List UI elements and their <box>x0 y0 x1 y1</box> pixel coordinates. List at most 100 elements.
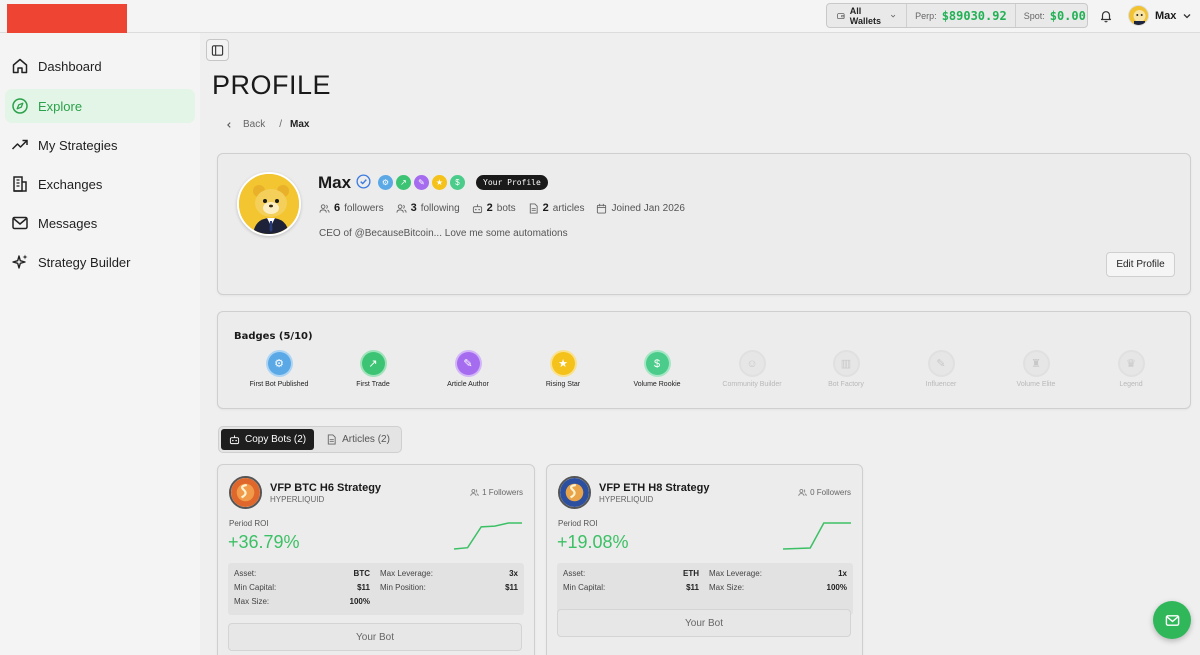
money-icon: $ <box>643 350 671 377</box>
bot-icon <box>229 435 240 445</box>
sidebar-item-exchanges[interactable]: Exchanges <box>5 167 195 201</box>
sidebar-item-label: Strategy Builder <box>38 254 131 270</box>
following-label: following <box>420 202 460 214</box>
stat-value: $11 <box>686 583 699 592</box>
your-profile-badge: Your Profile <box>476 175 548 190</box>
bot-stats: Asset: BTC Max Leverage: 3x Min Capital:… <box>228 563 524 615</box>
your-bot-button[interactable]: Your Bot <box>557 609 851 637</box>
robot-icon[interactable]: ⚙ <box>378 175 393 190</box>
sidebar-item-my-strategies[interactable]: My Strategies <box>5 128 195 162</box>
badge-bot-factory[interactable]: ▥ Bot Factory <box>801 350 891 388</box>
users-icon <box>396 203 407 213</box>
users-icon <box>319 203 330 213</box>
stat-value: ETH <box>683 569 699 578</box>
stat-value: 3x <box>509 569 518 578</box>
users-icon <box>798 489 807 496</box>
badge-label: Bot Factory <box>828 381 864 388</box>
following-stat[interactable]: 3 following <box>396 202 460 214</box>
articles-count: 2 <box>542 202 549 214</box>
badge-label: Rising Star <box>545 381 581 388</box>
chat-button[interactable] <box>1153 601 1191 639</box>
badge-first-bot-published[interactable]: ⚙ First Bot Published <box>234 350 324 388</box>
tab-copy-bots[interactable]: Copy Bots (2) <box>221 429 315 450</box>
bot-icon <box>472 203 482 213</box>
edit-profile-button[interactable]: Edit Profile <box>1106 252 1175 277</box>
badge-volume-elite[interactable]: ♜ Volume Elite <box>991 350 1081 388</box>
sidebar-item-explore[interactable]: Explore <box>5 89 195 123</box>
back-link[interactable]: Back <box>225 119 265 130</box>
badge-community-builder[interactable]: ☺ Community Builder <box>707 350 797 388</box>
building-icon <box>13 176 27 192</box>
sidebar-item-label: Dashboard <box>38 58 102 74</box>
roi-value: +36.79% <box>228 532 300 552</box>
bot-followers: 1 Followers <box>470 488 523 497</box>
bot-avatar <box>558 476 591 509</box>
roi-label: Period ROI <box>558 519 598 528</box>
wallet-icon <box>837 12 845 19</box>
breadcrumb-separator: / <box>279 119 283 130</box>
spot-value: $0.00 <box>1049 8 1086 23</box>
bots-stat: 2 bots <box>472 202 516 214</box>
followers-stat[interactable]: 6 followers <box>319 202 384 214</box>
sidebar-item-messages[interactable]: Messages <box>5 206 195 240</box>
badge-volume-rookie[interactable]: $ Volume Rookie <box>612 350 702 388</box>
profile-name: Max <box>318 173 352 192</box>
bots-label: bots <box>496 202 516 214</box>
top-bar: All Wallets Perp: $89030.92 Spot: $0.00 … <box>0 0 1200 33</box>
badge-label: Legend <box>1119 381 1143 388</box>
perp-balance: Perp: $89030.92 <box>907 4 1015 27</box>
badge-rising-star[interactable]: ★ Rising Star <box>518 350 608 388</box>
breadcrumb: Back / Max <box>225 119 309 130</box>
back-label: Back <box>243 119 266 130</box>
badge-label: Community Builder <box>722 381 782 388</box>
crown-icon: ♛ <box>1117 350 1145 377</box>
pen-icon: ✎ <box>454 350 482 377</box>
badge-influencer[interactable]: ✎ Influencer <box>896 350 986 388</box>
document-icon <box>327 434 336 445</box>
your-bot-button[interactable]: Your Bot <box>228 623 522 651</box>
articles-stat: 2 articles <box>528 202 584 214</box>
app-logo[interactable] <box>7 4 127 33</box>
profile-bio: CEO of @BecauseBitcoin... Love me some a… <box>319 228 568 239</box>
robot-icon: ⚙ <box>265 350 293 377</box>
sidebar-item-strategy-builder[interactable]: Strategy Builder <box>5 245 195 279</box>
sidebar-item-label: Exchanges <box>38 176 103 192</box>
wallet-select[interactable]: All Wallets <box>827 4 908 27</box>
star-icon[interactable]: ★ <box>432 175 447 190</box>
bot-card[interactable]: VFP BTC H6 Strategy HYPERLIQUID 1 Follow… <box>217 464 535 655</box>
joined-stat: Joined Jan 2026 <box>596 202 685 214</box>
users-icon <box>470 489 479 496</box>
badge-legend[interactable]: ♛ Legend <box>1086 350 1176 388</box>
badge-label: First Trade <box>356 381 390 388</box>
stat-key: Asset: <box>563 569 586 578</box>
pen-icon[interactable]: ✎ <box>414 175 429 190</box>
content-tabs: Copy Bots (2) Articles (2) <box>218 426 402 453</box>
bell-icon[interactable] <box>1099 9 1113 23</box>
sidebar-panel-icon <box>211 44 224 56</box>
sidebar-toggle-button[interactable] <box>206 39 229 61</box>
star-icon: ★ <box>549 350 577 377</box>
bot-card[interactable]: VFP ETH H8 Strategy HYPERLIQUID 0 Follow… <box>546 464 863 655</box>
trending-up-icon <box>11 139 28 150</box>
chart-icon[interactable]: ↗ <box>396 175 411 190</box>
breadcrumb-current: Max <box>290 119 310 130</box>
stat-value: 1x <box>838 569 847 578</box>
earned-badges-row: ⚙ ↗ ✎ ★ $ <box>378 175 465 190</box>
stat-value: 100% <box>349 597 370 606</box>
bot-exchange: HYPERLIQUID <box>270 495 325 504</box>
mail-icon <box>12 216 28 230</box>
roi-value: +19.08% <box>557 532 629 552</box>
sidebar-item-dashboard[interactable]: Dashboard <box>5 49 195 83</box>
perp-value: $89030.92 <box>941 8 1007 23</box>
user-menu[interactable]: Max <box>1128 5 1192 26</box>
tab-articles[interactable]: Articles (2) <box>318 429 398 450</box>
stat-key: Min Position: <box>380 583 426 592</box>
profile-card: Max ⚙ ↗ ✎ ★ $ Your Profile 6 followers 3… <box>217 153 1191 295</box>
wallet-summary: All Wallets Perp: $89030.92 Spot: $0.00 <box>826 3 1088 28</box>
spot-balance: Spot: $0.00 <box>1014 4 1094 27</box>
money-icon[interactable]: $ <box>450 175 465 190</box>
calendar-icon <box>597 203 607 214</box>
badge-article-author[interactable]: ✎ Article Author <box>423 350 513 388</box>
badge-first-trade[interactable]: ↗ First Trade <box>328 350 418 388</box>
home-icon <box>12 58 28 74</box>
